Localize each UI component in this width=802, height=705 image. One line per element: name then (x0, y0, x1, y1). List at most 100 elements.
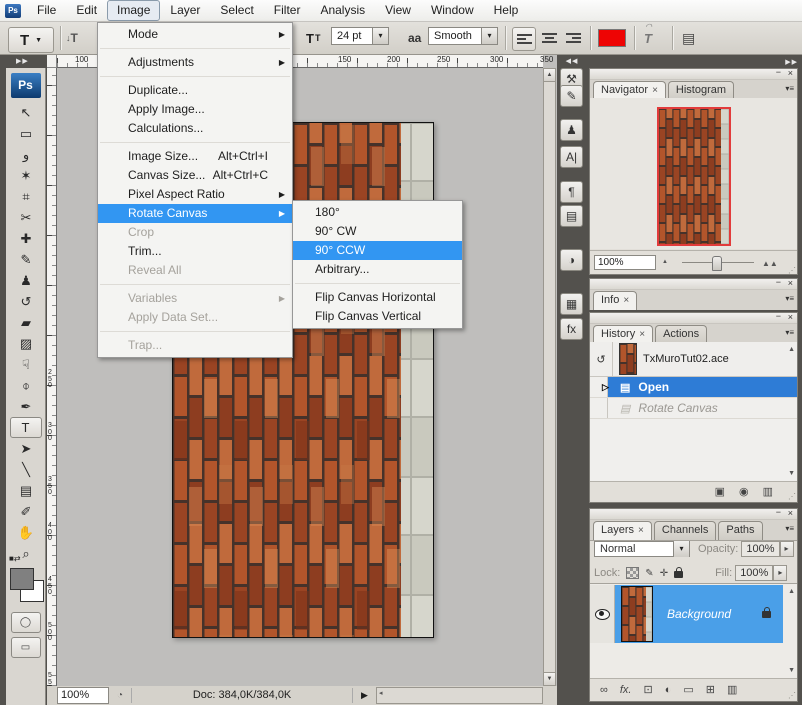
rectangular-marquee-tool[interactable]: ▭ (6, 123, 46, 144)
submenu-item-90ccw[interactable]: 90° CCW (293, 241, 462, 260)
text-color-swatch[interactable] (598, 27, 626, 49)
smudge-tool[interactable]: ☟ (6, 354, 46, 375)
combo-arrow-icon[interactable]: ▾ (481, 28, 497, 44)
character-icon[interactable]: A| (560, 146, 583, 168)
doc-size-readout[interactable]: Doc: 384,0K/384,0K (131, 688, 353, 703)
fill-value[interactable]: 100% (735, 565, 773, 581)
menu-layer[interactable]: Layer (160, 0, 210, 21)
submenu-item-flip-vertical[interactable]: Flip Canvas Vertical (293, 307, 462, 326)
zoom-level-field[interactable]: 100% (57, 687, 109, 704)
lock-all-icon[interactable] (674, 571, 683, 578)
history-state-open[interactable]: ▷ ▤ Open (590, 377, 797, 398)
status-popup-arrow[interactable]: ▶ (361, 690, 368, 701)
notes-tool[interactable]: ▤ (6, 480, 46, 501)
blend-mode-combo[interactable]: Normal ▾ (594, 541, 690, 557)
crop-tool[interactable]: ⌗ (6, 186, 46, 207)
photoshop-app-icon[interactable]: Ps (5, 4, 21, 18)
tab-close-icon[interactable]: × (652, 85, 658, 96)
healing-brush-tool[interactable]: ✚ (6, 228, 46, 249)
lock-paint-icon[interactable]: ✎ (645, 568, 653, 579)
close-icon[interactable]: × (788, 68, 793, 78)
menu-image[interactable]: Image (107, 0, 160, 21)
font-size-combo[interactable]: 24 pt ▾ (331, 27, 389, 45)
warp-text-button[interactable]: ◠T (644, 27, 652, 49)
tab-close-icon[interactable]: × (639, 329, 645, 340)
combo-arrow-icon[interactable]: ▾ (673, 541, 689, 557)
zoom-in-icon[interactable]: ▲▲ (762, 259, 778, 268)
magic-wand-tool[interactable]: ✶ (6, 165, 46, 186)
history-brush-tool[interactable]: ↺ (6, 291, 46, 312)
combo-arrow-icon[interactable]: ▾ (372, 28, 388, 44)
scroll-down-icon[interactable]: ▼ (788, 470, 795, 477)
submenu-item-flip-horizontal[interactable]: Flip Canvas Horizontal (293, 288, 462, 307)
dock-collapse-handle[interactable]: ◀◀ (557, 55, 587, 68)
visibility-cell[interactable] (590, 585, 615, 643)
lock-transparency-icon[interactable] (626, 567, 639, 579)
menu-analysis[interactable]: Analysis (310, 0, 375, 21)
align-left-button[interactable] (512, 27, 536, 51)
new-layer-button[interactable]: ⊞ (706, 683, 715, 696)
pen-tool[interactable]: ✒ (6, 396, 46, 417)
slice-tool[interactable]: ✂ (6, 207, 46, 228)
panel-menu-icon[interactable]: ▾≡ (785, 524, 794, 533)
swatches-icon[interactable]: ▦ (560, 293, 583, 315)
add-layer-mask-button[interactable]: ⊡ (643, 683, 652, 696)
tool-preset-picker[interactable]: T ▼ (8, 27, 54, 53)
color-icon[interactable]: ◑ (560, 249, 583, 271)
history-snapshot-row[interactable]: ↺ TxMuroTut02.ace (590, 342, 797, 377)
navigator-zoom-slider[interactable] (682, 262, 754, 263)
clone-source-icon[interactable]: ♟ (560, 119, 583, 141)
tab-channels[interactable]: Channels (654, 521, 716, 540)
delete-state-button[interactable]: ▥ (763, 485, 773, 498)
brush-tool[interactable]: ✎ (6, 249, 46, 270)
link-layers-button[interactable]: ∞ (600, 684, 608, 696)
layer-style-button[interactable]: fx. (620, 684, 632, 696)
scroll-up-icon[interactable]: ▲ (788, 346, 795, 353)
eyedropper-tool[interactable]: ✐ (6, 501, 46, 522)
scroll-up-icon[interactable]: ▲ (788, 588, 795, 595)
vertical-scrollbar[interactable]: ▲ ▼ (543, 68, 556, 686)
line-tool[interactable]: ╲ (6, 459, 46, 480)
text-orientation-button[interactable]: ↓T (66, 27, 78, 49)
menu-view[interactable]: View (375, 0, 421, 21)
fill-spinner[interactable]: ▸ (773, 565, 787, 581)
background-layer-row[interactable]: Background (590, 585, 783, 643)
menu-edit[interactable]: Edit (66, 0, 107, 21)
menu-item-calculations[interactable]: Calculations... (98, 119, 292, 138)
panel-menu-icon[interactable]: ▾≡ (785, 328, 794, 337)
toggle-palettes-button[interactable]: ▤ (682, 27, 695, 49)
dodge-tool[interactable]: ⌽ (6, 375, 46, 396)
new-snapshot-button[interactable]: ◉ (739, 485, 749, 498)
scroll-down-button[interactable]: ▼ (544, 672, 555, 685)
align-right-button[interactable] (562, 27, 584, 49)
version-cue-icon[interactable]: ◔ (117, 690, 123, 701)
panel-menu-icon[interactable]: ▾≡ (785, 84, 794, 93)
scroll-down-icon[interactable]: ▼ (788, 667, 795, 674)
move-tool[interactable]: ↖ (6, 102, 46, 123)
history-brush-source-icon[interactable]: ↺ (590, 342, 613, 376)
antialias-combo[interactable]: Smooth ▾ (428, 27, 498, 45)
menu-item-canvas-size[interactable]: Canvas Size...Alt+Ctrl+C (98, 166, 292, 185)
gradient-tool[interactable]: ▨ (6, 333, 46, 354)
horizontal-scrollbar[interactable]: ◂ (376, 687, 543, 704)
menu-item-adjustments[interactable]: Adjustments▶ (98, 53, 292, 72)
quick-mask-button[interactable]: ◯ (11, 612, 41, 633)
menu-item-apply-image[interactable]: Apply Image... (98, 100, 292, 119)
close-icon[interactable]: × (788, 312, 793, 322)
tab-close-icon[interactable]: × (623, 295, 629, 306)
tab-layers[interactable]: Layers× (593, 521, 652, 540)
screen-mode-button[interactable]: ▭ (11, 637, 41, 658)
scroll-left-button[interactable]: ◂ (379, 689, 383, 697)
close-icon[interactable]: × (788, 278, 793, 288)
menu-item-trim[interactable]: Trim... (98, 242, 292, 261)
styles-icon[interactable]: fx (560, 318, 583, 340)
minimize-icon[interactable]: − (776, 311, 781, 321)
new-group-button[interactable]: ▭ (683, 683, 693, 696)
align-center-button[interactable] (538, 27, 560, 49)
menu-window[interactable]: Window (421, 0, 484, 21)
menu-item-mode[interactable]: Mode▶ (98, 25, 292, 44)
hand-tool[interactable]: ✋ (6, 522, 46, 543)
new-document-from-state-button[interactable]: ▣ (715, 485, 725, 498)
path-selection-tool[interactable]: ➤ (6, 438, 46, 459)
layer-name[interactable]: Background (667, 607, 731, 621)
